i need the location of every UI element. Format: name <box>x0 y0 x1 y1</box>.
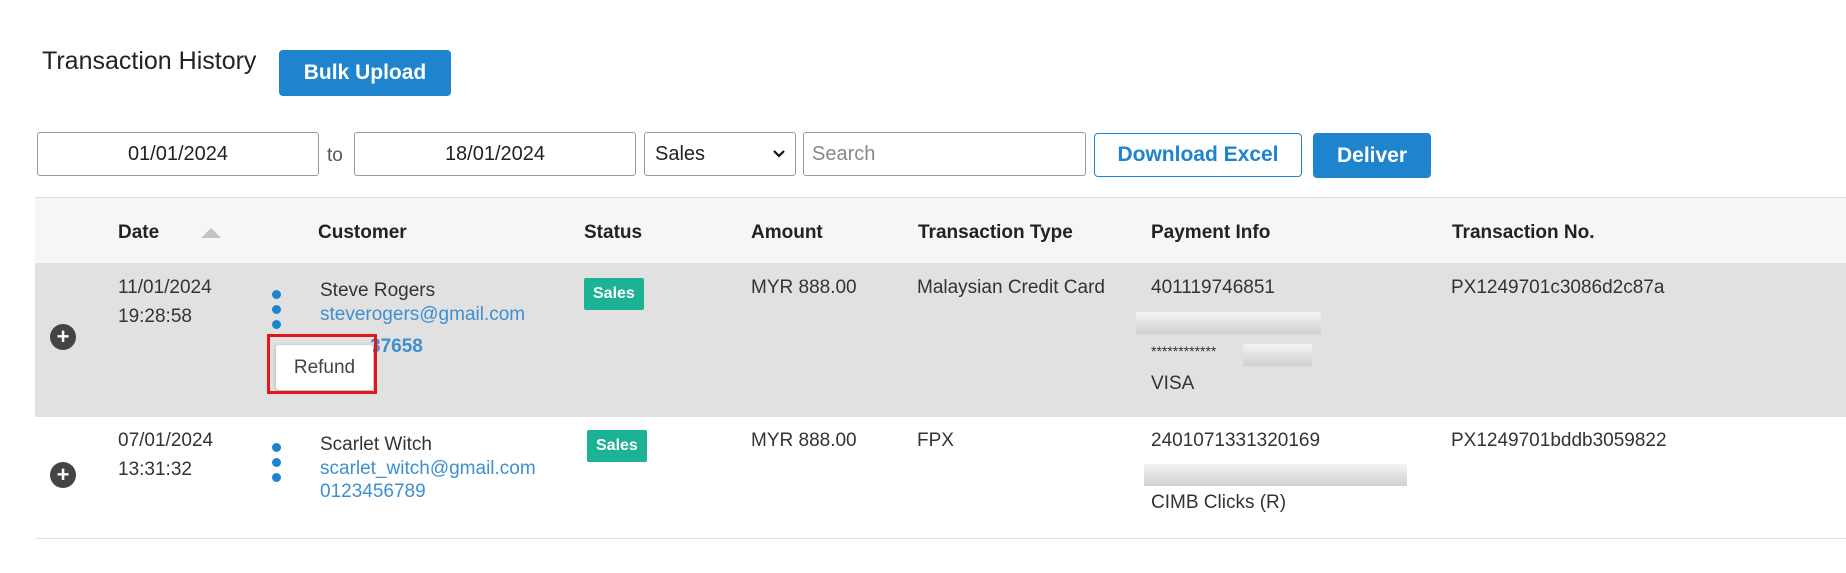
row-transaction-type: Malaysian Credit Card <box>917 277 1105 298</box>
row-date: 07/01/2024 <box>118 430 214 451</box>
payment-reference: 2401071331320169 <box>1151 430 1321 451</box>
chevron-down-icon <box>773 150 785 158</box>
expand-row-icon[interactable]: + <box>50 324 76 350</box>
column-header-transaction-no: Transaction No. <box>1452 222 1595 243</box>
to-label: to <box>327 145 343 166</box>
deliver-button[interactable]: Deliver <box>1313 133 1431 178</box>
bulk-upload-button[interactable]: Bulk Upload <box>279 50 451 96</box>
table-row: + 11/01/2024 19:28:58 Steve Rogers steve… <box>35 264 1846 417</box>
customer-email[interactable]: steverogers@gmail.com <box>320 300 525 329</box>
redacted-area <box>1144 464 1407 486</box>
row-date: 11/01/2024 <box>118 277 212 298</box>
page-title: Transaction History <box>42 47 257 75</box>
customer-phone[interactable]: 0123456789 <box>320 477 426 506</box>
status-badge: Sales <box>587 430 647 462</box>
download-excel-button[interactable]: Download Excel <box>1094 133 1302 177</box>
row-transaction-type: FPX <box>917 430 954 451</box>
select-value: Sales <box>655 142 706 165</box>
search-input[interactable] <box>803 132 1086 176</box>
redacted-area <box>1243 344 1312 366</box>
row-time: 13:31:32 <box>118 459 192 480</box>
transaction-type-select[interactable]: Sales <box>644 132 796 176</box>
table-row: + 07/01/2024 13:31:32 Scarlet Witch scar… <box>35 417 1846 539</box>
date-from-input[interactable] <box>37 132 319 176</box>
row-amount: MYR 888.00 <box>751 277 857 298</box>
card-brand: VISA <box>1151 373 1195 394</box>
row-actions-icon[interactable] <box>272 290 282 335</box>
table-header: Date Customer Status Amount Transaction … <box>35 197 1846 264</box>
date-to-input[interactable] <box>354 132 636 176</box>
transactions-table: Date Customer Status Amount Transaction … <box>35 197 1846 573</box>
payment-reference: 401119746851 <box>1151 277 1275 298</box>
sort-asc-icon[interactable] <box>201 228 221 238</box>
highlight-box <box>267 334 377 394</box>
status-badge: Sales <box>584 278 644 310</box>
transaction-number: PX1249701c3086d2c87a <box>1451 277 1665 298</box>
column-header-status: Status <box>584 222 643 243</box>
column-header-transaction-type: Transaction Type <box>918 222 1073 243</box>
expand-row-icon[interactable]: + <box>50 462 76 488</box>
column-header-payment-info: Payment Info <box>1151 222 1271 243</box>
row-amount: MYR 888.00 <box>751 430 857 451</box>
column-header-amount: Amount <box>751 222 823 243</box>
column-header-customer: Customer <box>318 222 407 243</box>
transaction-number: PX1249701bddb3059822 <box>1451 430 1667 451</box>
row-actions-icon[interactable] <box>272 443 282 488</box>
bank-name: CIMB Clicks (R) <box>1151 492 1287 513</box>
customer-phone[interactable]: 37658 <box>370 332 423 361</box>
row-time: 19:28:58 <box>118 306 192 327</box>
column-header-date[interactable]: Date <box>118 222 159 244</box>
redacted-area <box>1136 312 1321 334</box>
card-mask: ************ <box>1151 343 1217 359</box>
